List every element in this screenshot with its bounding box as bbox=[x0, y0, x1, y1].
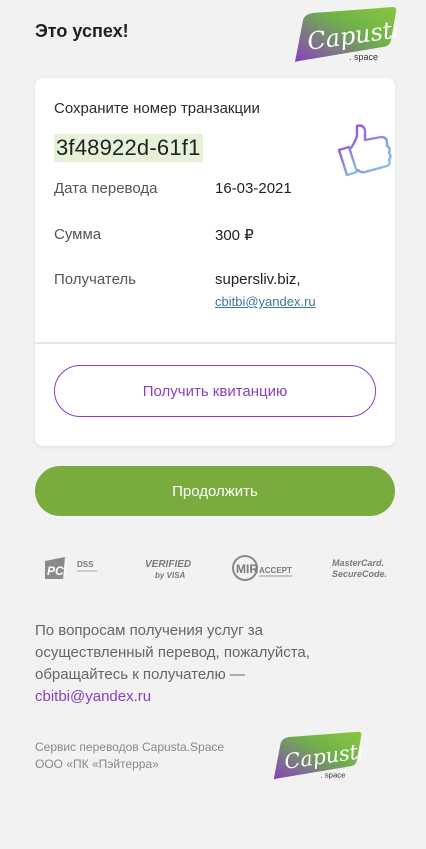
footer-logo-sub: . space bbox=[320, 771, 345, 780]
success-title: Это успех! bbox=[35, 21, 129, 41]
mir-accept-badge: MIR ACCEPT bbox=[230, 550, 296, 586]
save-transaction-label: Сохраните номер транзакции bbox=[54, 100, 260, 117]
capusta-logo-footer[interactable]: Capusta . space bbox=[272, 730, 362, 782]
by-visa-text: by VISA bbox=[155, 571, 185, 580]
header: Это успех! Capusta . space bbox=[35, 0, 397, 78]
continue-button[interactable]: Продолжить bbox=[35, 466, 395, 516]
mc-text-2: SecureCode. bbox=[332, 569, 387, 579]
footer-line-2: ООО «ПК «Пэйтерра» bbox=[35, 757, 159, 771]
support-text: По вопросам получения услуг за осуществл… bbox=[35, 622, 310, 683]
get-receipt-button[interactable]: Получить квитанцию bbox=[54, 365, 376, 417]
card-divider bbox=[35, 342, 395, 344]
thumbs-up-icon bbox=[335, 120, 397, 180]
footer-text: Сервис переводов Capusta.Space ООО «ПК «… bbox=[35, 739, 224, 773]
recipient-value: supersliv.biz, bbox=[215, 271, 301, 288]
mc-text-1: MasterCard. bbox=[332, 558, 384, 568]
mir-text: MIR bbox=[236, 562, 258, 576]
pci-dss-badge: PCI DSS bbox=[43, 550, 99, 586]
transaction-card: Сохраните номер транзакции 3f48922d-61f1… bbox=[35, 78, 395, 446]
date-value: 16-03-2021 bbox=[215, 180, 292, 197]
transaction-id: 3f48922d-61f1 bbox=[54, 134, 203, 162]
logo-sub: . space bbox=[349, 52, 378, 62]
mastercard-securecode-badge: MasterCard. SecureCode. bbox=[331, 550, 391, 586]
recipient-email-link[interactable]: cbitbi@yandex.ru bbox=[215, 294, 316, 309]
support-email-link[interactable]: cbitbi@yandex.ru bbox=[35, 688, 151, 705]
date-label: Дата перевода bbox=[54, 180, 158, 197]
recipient-label: Получатель bbox=[54, 271, 136, 288]
amount-value: 300 ₽ bbox=[215, 227, 254, 244]
amount-label: Сумма bbox=[54, 226, 102, 243]
pci-text: PCI bbox=[47, 564, 68, 578]
capusta-logo[interactable]: Capusta . space bbox=[293, 6, 397, 64]
mir-accept-text: ACCEPT bbox=[259, 566, 292, 575]
security-badges: PCI DSS VERIFIED by VISA MIR ACCEPT Mast… bbox=[35, 550, 395, 586]
footer-line-1: Сервис переводов Capusta.Space bbox=[35, 740, 225, 754]
verified-text: VERIFIED bbox=[145, 559, 191, 570]
support-info: По вопросам получения услуг за осуществл… bbox=[35, 620, 365, 708]
verified-by-visa-badge: VERIFIED by VISA bbox=[143, 550, 195, 586]
dss-text: DSS bbox=[77, 560, 94, 569]
